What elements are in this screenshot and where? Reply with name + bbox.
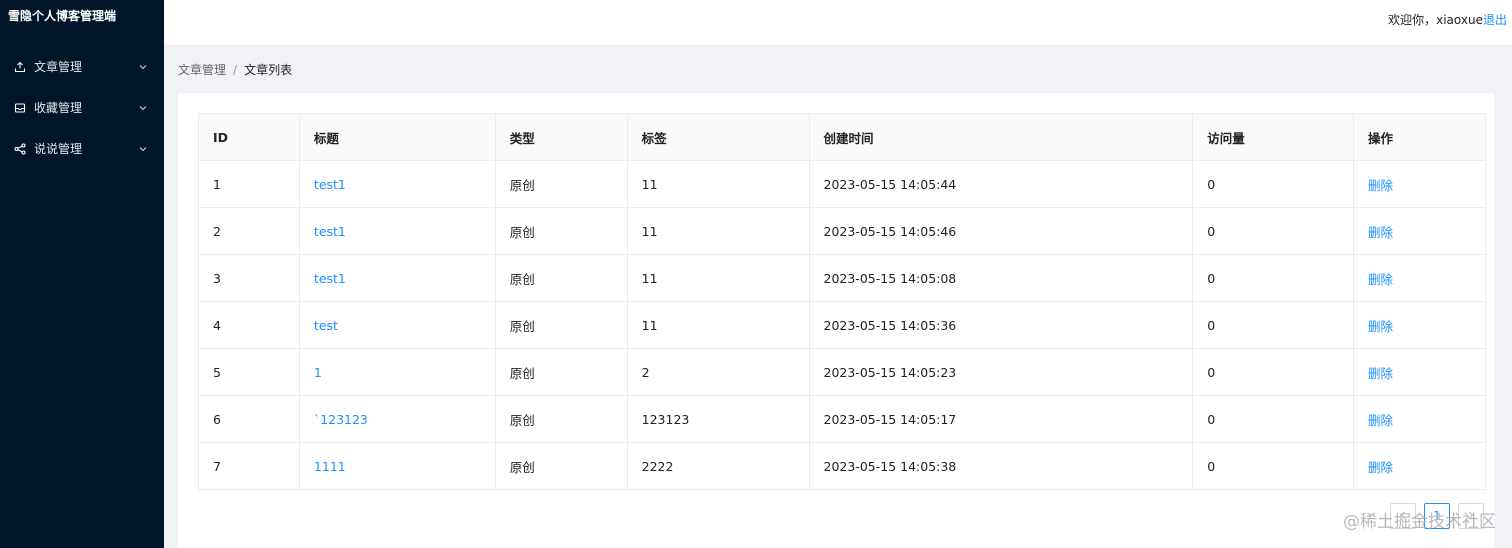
table-row: 6 `123123 原创 123123 2023-05-15 14:05:17 …	[198, 395, 1486, 443]
cell-views: 0	[1192, 301, 1355, 349]
cell-views: 0	[1192, 395, 1355, 443]
cell-views: 0	[1192, 254, 1355, 302]
cell-type: 原创	[494, 442, 628, 490]
cell-created: 2023-05-15 14:05:23	[808, 348, 1194, 396]
cell-type: 原创	[494, 348, 628, 396]
breadcrumb-item-current: 文章列表	[244, 63, 293, 77]
cell-views: 0	[1192, 442, 1355, 490]
cell-id: 2	[198, 207, 300, 255]
cell-tag: 2	[626, 348, 810, 396]
inbox-icon	[14, 102, 26, 114]
table-row: 2 test1 原创 11 2023-05-15 14:05:46 0 删除	[198, 207, 1486, 255]
cell-id: 6	[198, 395, 300, 443]
column-header-action: 操作	[1353, 113, 1486, 161]
cell-created: 2023-05-15 14:05:38	[808, 442, 1194, 490]
table-row: 4 test 原创 11 2023-05-15 14:05:36 0 删除	[198, 301, 1486, 349]
cell-views: 0	[1192, 160, 1355, 208]
table-header-row: ID 标题 类型 标签 创建时间 访问量 操作	[198, 113, 1486, 161]
upload-icon	[14, 61, 26, 73]
article-title-link[interactable]: 1111	[314, 459, 346, 474]
chevron-down-icon	[138, 103, 148, 113]
article-title-link[interactable]: test1	[314, 271, 346, 286]
delete-button[interactable]: 删除	[1368, 366, 1393, 381]
cell-id: 3	[198, 254, 300, 302]
watermark: @稀土掘金技术社区	[1343, 512, 1496, 532]
table-row: 3 test1 原创 11 2023-05-15 14:05:08 0 删除	[198, 254, 1486, 302]
cell-tag: 11	[626, 160, 810, 208]
cell-type: 原创	[494, 160, 628, 208]
breadcrumb: 文章管理 / 文章列表	[178, 61, 292, 78]
cell-tag: 11	[626, 254, 810, 302]
greeting-text: 欢迎你，xiaoxue	[1388, 13, 1483, 27]
chevron-down-icon	[138, 144, 148, 154]
delete-button[interactable]: 删除	[1368, 460, 1393, 475]
cell-id: 4	[198, 301, 300, 349]
sidebar: 雪隐个人博客管理端 文章管理 收藏管理 说说管理	[0, 0, 164, 548]
share-icon	[14, 142, 26, 155]
breadcrumb-item-articles[interactable]: 文章管理	[178, 63, 226, 77]
delete-button[interactable]: 删除	[1368, 178, 1393, 193]
sidebar-item-articles[interactable]: 文章管理	[0, 46, 164, 87]
article-title-link[interactable]: test	[314, 318, 338, 333]
cell-id: 1	[198, 160, 300, 208]
user-area: 欢迎你，xiaoxue退出	[1388, 11, 1507, 28]
delete-button[interactable]: 删除	[1368, 319, 1393, 334]
app-root: 雪隐个人博客管理端 文章管理 收藏管理 说说管理 欢迎你，xiaoxue退出 文…	[0, 0, 1512, 548]
sidebar-item-label: 收藏管理	[34, 101, 83, 115]
article-table: ID 标题 类型 标签 创建时间 访问量 操作 1 test1 原创 11 20…	[198, 113, 1486, 490]
cell-views: 0	[1192, 207, 1355, 255]
cell-id: 7	[198, 442, 300, 490]
table-row: 7 1111 原创 2222 2023-05-15 14:05:38 0 删除	[198, 442, 1486, 490]
cell-created: 2023-05-15 14:05:17	[808, 395, 1194, 443]
delete-button[interactable]: 删除	[1368, 272, 1393, 287]
content-card: ID 标题 类型 标签 创建时间 访问量 操作 1 test1 原创 11 20…	[178, 93, 1494, 548]
article-title-link[interactable]: 1	[314, 365, 322, 380]
cell-tag: 123123	[626, 395, 810, 443]
cell-type: 原创	[494, 207, 628, 255]
column-header-type: 类型	[494, 113, 628, 161]
cell-views: 0	[1192, 348, 1355, 396]
cell-type: 原创	[494, 254, 628, 302]
article-title-link[interactable]: test1	[314, 177, 346, 192]
logout-link[interactable]: 退出	[1483, 13, 1507, 27]
delete-button[interactable]: 删除	[1368, 413, 1393, 428]
cell-created: 2023-05-15 14:05:44	[808, 160, 1194, 208]
article-title-link[interactable]: `123123	[314, 412, 368, 427]
column-header-title: 标题	[298, 113, 496, 161]
cell-created: 2023-05-15 14:05:46	[808, 207, 1194, 255]
delete-button[interactable]: 删除	[1368, 225, 1393, 240]
cell-id: 5	[198, 348, 300, 396]
cell-tag: 11	[626, 207, 810, 255]
table-row: 1 test1 原创 11 2023-05-15 14:05:44 0 删除	[198, 160, 1486, 208]
sidebar-item-favorites[interactable]: 收藏管理	[0, 87, 164, 128]
sidebar-item-moments[interactable]: 说说管理	[0, 128, 164, 169]
table-row: 5 1 原创 2 2023-05-15 14:05:23 0 删除	[198, 348, 1486, 396]
cell-created: 2023-05-15 14:05:08	[808, 254, 1194, 302]
article-title-link[interactable]: test1	[314, 224, 346, 239]
sidebar-item-label: 说说管理	[34, 142, 83, 156]
column-header-id: ID	[198, 113, 300, 161]
cell-tag: 11	[626, 301, 810, 349]
column-header-views: 访问量	[1192, 113, 1355, 161]
cell-type: 原创	[494, 395, 628, 443]
cell-type: 原创	[494, 301, 628, 349]
chevron-down-icon	[138, 62, 148, 72]
sidebar-item-label: 文章管理	[34, 60, 83, 74]
column-header-tag: 标签	[626, 113, 810, 161]
sidebar-menu: 文章管理 收藏管理 说说管理	[0, 46, 164, 169]
cell-tag: 2222	[626, 442, 810, 490]
breadcrumb-separator: /	[233, 63, 238, 77]
app-title: 雪隐个人博客管理端	[8, 9, 117, 23]
top-header: 欢迎你，xiaoxue退出	[164, 0, 1512, 46]
cell-created: 2023-05-15 14:05:36	[808, 301, 1194, 349]
column-header-created: 创建时间	[808, 113, 1194, 161]
